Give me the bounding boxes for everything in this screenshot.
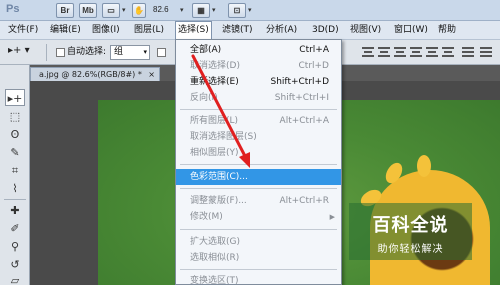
watermark-logo: 百科全说 助你轻松解决 xyxy=(349,203,472,260)
watermark-title: 百科全说 xyxy=(372,215,449,236)
watermark-subtitle: 助你轻松解决 xyxy=(377,244,444,255)
